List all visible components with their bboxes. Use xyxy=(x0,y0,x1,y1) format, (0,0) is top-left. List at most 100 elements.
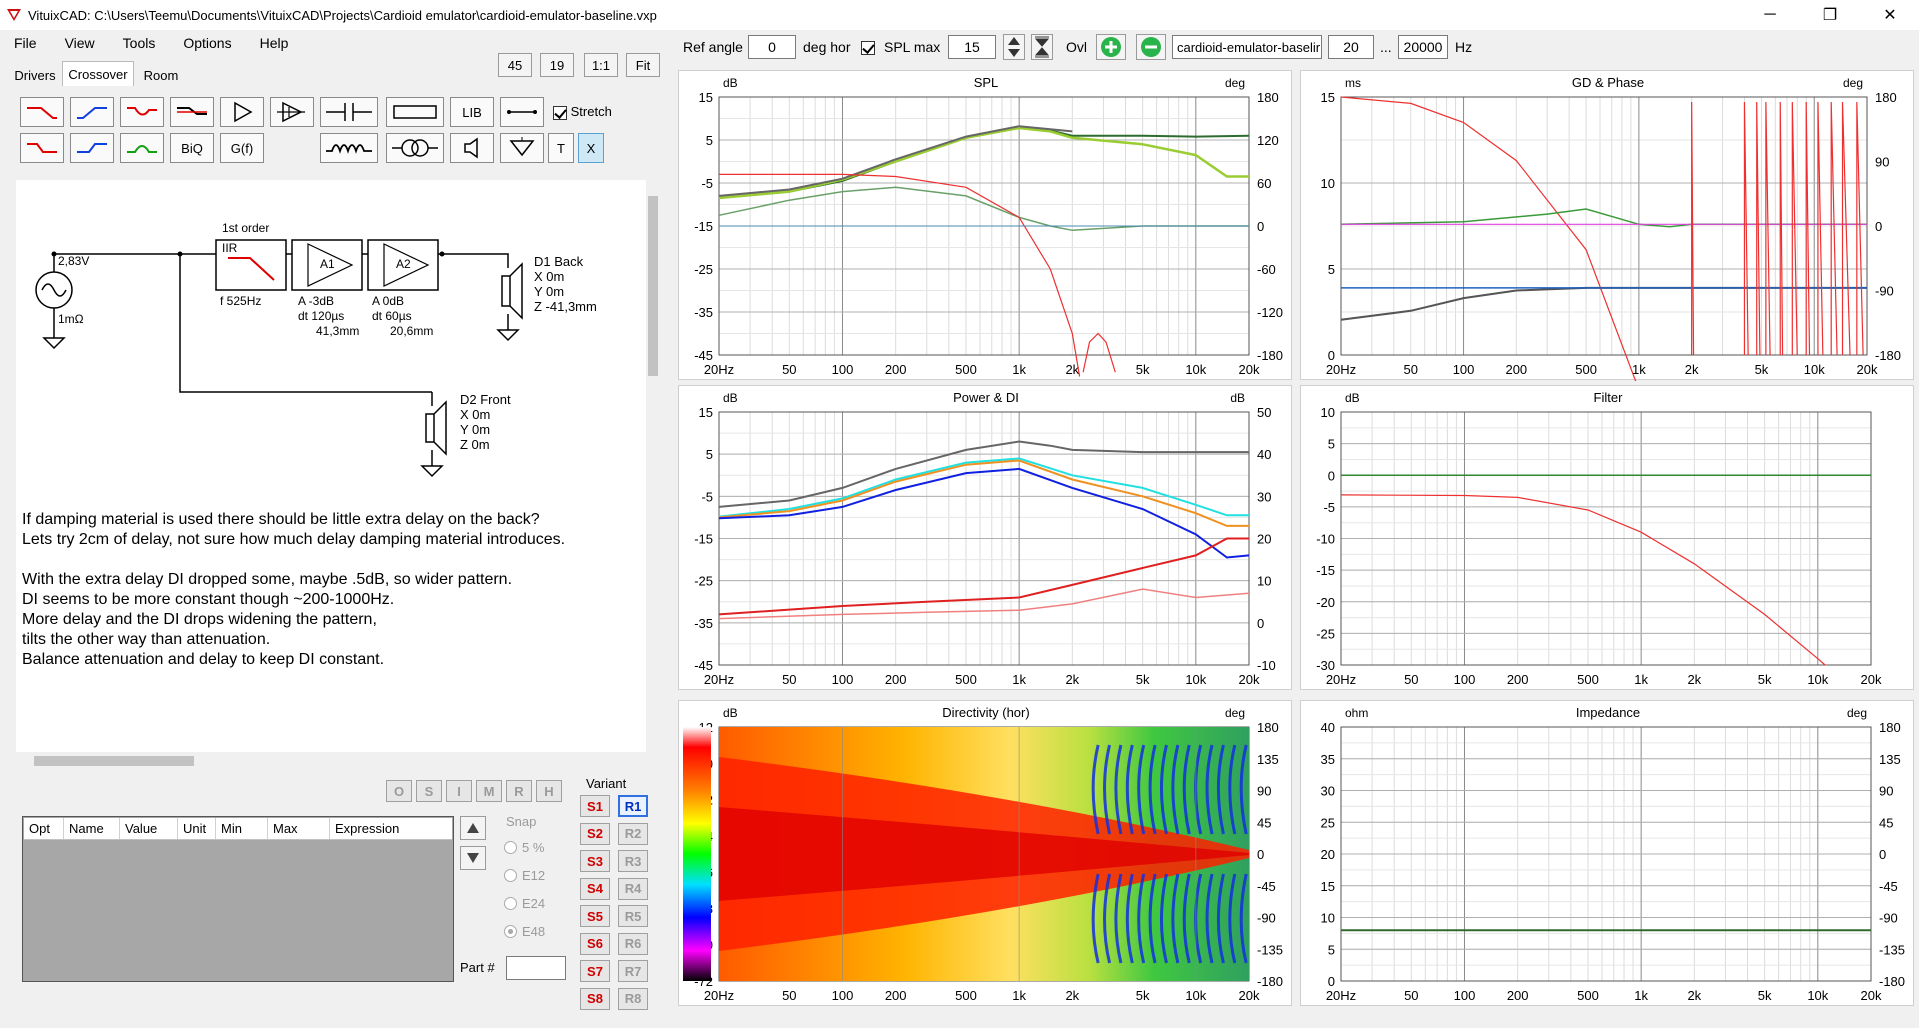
parameter-table[interactable] xyxy=(22,816,454,982)
text-tool-button[interactable]: T xyxy=(548,133,574,163)
move-down-button[interactable] xyxy=(460,846,486,870)
power-early-curve xyxy=(718,459,1249,527)
tab-drivers[interactable]: Drivers xyxy=(10,64,60,86)
highpass2-blue-tool[interactable] xyxy=(70,133,114,163)
snap-e24-radio[interactable]: E24 xyxy=(504,896,545,911)
lowpass-red-tool[interactable] xyxy=(20,97,64,127)
variant-r8-button[interactable]: R8 xyxy=(618,987,648,1010)
variant-s2-button[interactable]: S2 xyxy=(580,822,610,845)
speaker-icon xyxy=(464,137,478,159)
freq-tick-label: 200 xyxy=(885,362,907,377)
opt-s-button[interactable]: S xyxy=(416,780,442,802)
plot-grid xyxy=(1340,726,1872,982)
power-di-plot[interactable]: Power & DI dB dB 15 5 -5 -15 -25 -35 -45 50 40 30 20 1… xyxy=(678,385,1292,690)
library-button[interactable]: LIB xyxy=(450,97,494,127)
variant-s3-button[interactable]: S3 xyxy=(580,850,610,872)
variant-s7-button[interactable]: S7 xyxy=(580,960,610,982)
tab-room[interactable]: Room xyxy=(136,64,186,86)
left-tick-label: 15 xyxy=(1321,90,1335,105)
left-tick-label: -20 xyxy=(1316,595,1335,610)
driver-tool[interactable] xyxy=(450,133,494,163)
variant-s4-button[interactable]: S4 xyxy=(580,877,610,900)
gf-button[interactable]: G(f) xyxy=(220,133,264,163)
spl-plot[interactable]: SPL dB deg 15 5 -5 -15 -25 -35 -45 180 120 60 0 -60 -12… xyxy=(678,70,1292,380)
snap-e48-radio[interactable]: E48 xyxy=(504,924,545,939)
notch-red-tool[interactable] xyxy=(120,97,164,127)
snap-5pct-radio[interactable]: 5 % xyxy=(504,840,544,855)
left-tick-label: 5 xyxy=(1328,942,1335,957)
spl-max-input[interactable]: 15 xyxy=(948,35,996,59)
variant-r6-button[interactable]: R6 xyxy=(618,932,648,955)
menu-tools[interactable]: Tools xyxy=(109,35,170,51)
opt-i-button[interactable]: I xyxy=(446,780,472,802)
move-up-button[interactable] xyxy=(460,816,486,840)
variant-r2-button[interactable]: R2 xyxy=(618,822,648,845)
transformer-tool[interactable] xyxy=(386,133,444,163)
freq-tick-label: 10k xyxy=(1807,672,1828,687)
variant-s8-button[interactable]: S8 xyxy=(580,987,610,1010)
ground-tool[interactable] xyxy=(500,133,544,163)
menu-options[interactable]: Options xyxy=(169,35,245,51)
minimize-button[interactable]: ─ xyxy=(1740,0,1800,30)
overlay-file-input[interactable]: cardioid-emulator-baselir xyxy=(1172,35,1322,59)
freq-tick-label: 200 xyxy=(1505,362,1527,377)
peak-green-tool[interactable] xyxy=(120,133,164,163)
variant-r4-button[interactable]: R4 xyxy=(618,877,648,900)
zoom-1to1-button[interactable]: 1:1 xyxy=(584,53,618,77)
ref-angle-input[interactable]: 0 xyxy=(748,35,796,59)
left-tick-label: 30 xyxy=(1321,784,1335,799)
variant-s5-button[interactable]: S5 xyxy=(580,905,610,927)
highpass-blue-tool[interactable] xyxy=(70,97,114,127)
impedance-plot[interactable]: Impedance ohm deg 40 35 30 25 20 15 10 5 0 180 135 90 4… xyxy=(1300,700,1914,1006)
biquad-button[interactable]: BiQ xyxy=(170,133,214,163)
freq-min-input[interactable]: 20 xyxy=(1328,35,1374,59)
snap-group: Snap 5 % E12 E24 E48 xyxy=(498,808,566,948)
amp-tool[interactable] xyxy=(270,97,314,127)
x-tool-button[interactable]: X xyxy=(578,133,604,163)
variant-r5-button[interactable]: R5 xyxy=(618,905,648,927)
variant-s6-button[interactable]: S6 xyxy=(580,932,610,955)
directivity-plot[interactable]: Directivity (hor)dBdeg120-12-24-36-48-60… xyxy=(678,700,1292,1006)
plot-title: GD & Phase xyxy=(1572,75,1644,90)
variant-r7-button[interactable]: R7 xyxy=(618,960,648,982)
variant-r1-button[interactable]: R1 xyxy=(618,795,648,817)
variant-s1-button[interactable]: S1 xyxy=(580,795,610,817)
spl-updown-button[interactable] xyxy=(1003,34,1025,60)
freq-tick-label: 200 xyxy=(1507,988,1529,1003)
part-number-input[interactable] xyxy=(506,956,566,980)
schematic-hscroll[interactable] xyxy=(16,752,646,770)
freq-max-input[interactable]: 20000 xyxy=(1398,35,1448,59)
lowpass2-red-tool[interactable] xyxy=(20,133,64,163)
menu-view[interactable]: View xyxy=(51,35,109,51)
opt-m-button[interactable]: M xyxy=(476,780,502,802)
tab-crossover[interactable]: Crossover xyxy=(62,61,134,86)
inductor-tool[interactable] xyxy=(320,133,378,163)
resistor-tool[interactable] xyxy=(386,97,444,127)
zoom-19-button[interactable]: 19 xyxy=(540,53,574,77)
shelf-tool[interactable] xyxy=(170,97,214,127)
menu-file[interactable]: File xyxy=(0,35,51,51)
opt-h-button[interactable]: H xyxy=(536,780,562,802)
stretch-checkbox[interactable]: Stretch xyxy=(553,104,612,120)
spl-back-curve xyxy=(718,186,1249,232)
opt-r-button[interactable]: R xyxy=(506,780,532,802)
variant-r3-button[interactable]: R3 xyxy=(618,850,648,872)
zoom-fit-button[interactable]: Fit xyxy=(626,53,660,77)
schematic-vscroll[interactable] xyxy=(646,180,660,752)
buffer-tool[interactable] xyxy=(220,97,264,127)
wire-tool[interactable] xyxy=(500,97,544,127)
opt-o-button[interactable]: O xyxy=(386,780,412,802)
remove-overlay-button[interactable] xyxy=(1136,34,1166,60)
gd-phase-plot[interactable]: GD & Phase ms deg 15 10 5 0 180 90 0 -90 -180 20Hz 50… xyxy=(1300,70,1914,381)
maximize-button[interactable]: ❐ xyxy=(1800,0,1860,30)
close-button[interactable]: ✕ xyxy=(1860,0,1919,30)
zoom-45-button[interactable]: 45 xyxy=(498,53,532,77)
add-overlay-button[interactable] xyxy=(1096,34,1126,60)
spl-max-checkbox[interactable] xyxy=(861,39,875,55)
app-logo-icon xyxy=(7,9,21,21)
snap-e12-radio[interactable]: E12 xyxy=(504,868,545,883)
spl-auto-button[interactable] xyxy=(1031,34,1053,60)
filter-plot[interactable]: Filter dB 10 5 0 -5 -10 -15 -20 -25 -30 20Hz 50 100 20… xyxy=(1300,385,1914,690)
capacitor-tool[interactable] xyxy=(320,97,378,127)
menu-help[interactable]: Help xyxy=(246,35,303,51)
